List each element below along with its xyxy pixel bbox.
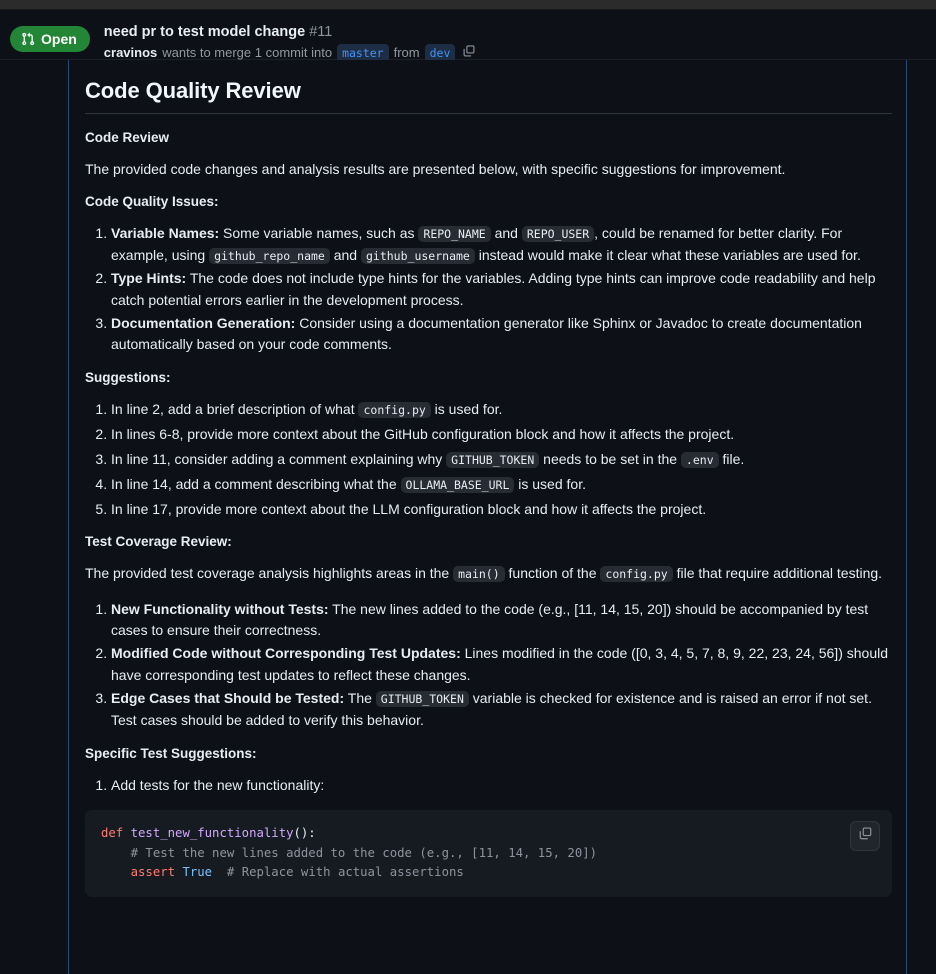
list-item: Documentation Generation: Consider using… xyxy=(111,313,890,357)
timeline-rail-right xyxy=(906,60,907,974)
section-heading-code-quality-issues: Code Quality Issues: xyxy=(85,194,219,210)
code-token: True xyxy=(182,865,213,880)
inline-code: REPO_USER xyxy=(521,226,595,243)
section-heading-code-review: Code Review xyxy=(85,130,170,145)
inline-code: .env xyxy=(680,451,719,468)
list-item: Add tests for the new functionality: xyxy=(111,775,890,797)
specific-test-suggestions-list: Add tests for the new functionality: xyxy=(85,775,890,797)
code-token: # Replace with actual assertions xyxy=(226,865,464,880)
code-quality-issues-list: Variable Names: Some variable names, suc… xyxy=(85,223,890,356)
code-token: assert xyxy=(130,865,176,880)
code-sample-text: def test_new_functionality(): # Test the… xyxy=(101,824,876,882)
list-item-lead: New Functionality without Tests: xyxy=(111,600,329,617)
inline-code: github_repo_name xyxy=(209,248,330,265)
list-item: In line 11, consider adding a comment ex… xyxy=(111,449,890,471)
list-item-lead: Edge Cases that Should be Tested: xyxy=(111,689,345,706)
inline-code: OLLAMA_BASE_URL xyxy=(400,476,515,493)
pr-title: need pr to test model change xyxy=(103,24,306,40)
section-heading-test-coverage: Test Coverage Review: xyxy=(85,534,232,550)
page-title: Code Quality Review xyxy=(85,78,301,103)
section-heading-specific-tests: Specific Test Suggestions: xyxy=(85,745,257,761)
list-item: In line 14, add a comment describing wha… xyxy=(111,474,890,496)
list-item-lead: Modified Code without Corresponding Test… xyxy=(111,645,461,662)
inline-code: config.py xyxy=(358,402,431,419)
test-coverage-list: New Functionality without Tests: The new… xyxy=(85,599,890,732)
title-divider xyxy=(85,113,892,114)
inline-code: GITHUB_TOKEN xyxy=(375,690,469,707)
list-item: In lines 6-8, provide more context about… xyxy=(111,424,890,446)
pr-state-badge[interactable]: Open xyxy=(10,26,90,52)
code-token: test_new_functionality xyxy=(130,826,294,841)
inline-code: REPO_NAME xyxy=(418,226,491,243)
list-item: In line 17, provide more context about t… xyxy=(111,499,890,521)
list-item: Edge Cases that Should be Tested: The GI… xyxy=(111,688,890,732)
inline-code: config.py xyxy=(600,566,673,583)
list-item: In line 2, add a brief description of wh… xyxy=(111,399,890,421)
code-quality-review-panel: Code Quality Review Code Review The prov… xyxy=(69,60,906,974)
pr-title-row: need pr to test model change #11 xyxy=(104,23,477,41)
list-item: Modified Code without Corresponding Test… xyxy=(111,643,890,687)
inline-code: GITHUB_TOKEN xyxy=(446,451,540,468)
code-sample-block: def test_new_functionality(): # Test the… xyxy=(85,810,892,897)
inline-code: github_username xyxy=(360,248,475,265)
list-item: New Functionality without Tests: The new… xyxy=(111,599,890,643)
pr-body: Code Quality Review Code Review The prov… xyxy=(0,60,936,974)
inline-code: main() xyxy=(453,566,505,583)
list-item: Variable Names: Some variable names, suc… xyxy=(111,223,890,267)
pr-state-label: Open xyxy=(41,31,77,47)
pull-request-header: Open need pr to test model change #11 cr… xyxy=(0,10,936,63)
code-token: def xyxy=(101,826,124,841)
suggestions-list: In line 2, add a brief description of wh… xyxy=(85,399,890,520)
section-heading-suggestions: Suggestions: xyxy=(85,370,171,386)
code-token: # Test the new lines added to the code (… xyxy=(130,845,598,860)
intro-paragraph: The provided code changes and analysis r… xyxy=(85,161,786,177)
pr-number: #11 xyxy=(309,24,333,40)
test-coverage-intro: The provided test coverage analysis high… xyxy=(85,565,883,583)
copy-icon xyxy=(858,826,873,846)
git-pull-request-icon xyxy=(21,32,35,46)
copy-code-button[interactable] xyxy=(850,821,880,852)
code-token: (): xyxy=(293,826,316,841)
list-item-lead: Variable Names: xyxy=(111,225,220,242)
os-titlebar xyxy=(0,0,936,10)
list-item-lead: Type Hints: xyxy=(111,269,187,286)
pr-meta: need pr to test model change #11 cravino… xyxy=(104,22,477,63)
list-item-lead: Documentation Generation: xyxy=(111,314,296,331)
list-item: Type Hints: The code does not include ty… xyxy=(111,268,890,312)
